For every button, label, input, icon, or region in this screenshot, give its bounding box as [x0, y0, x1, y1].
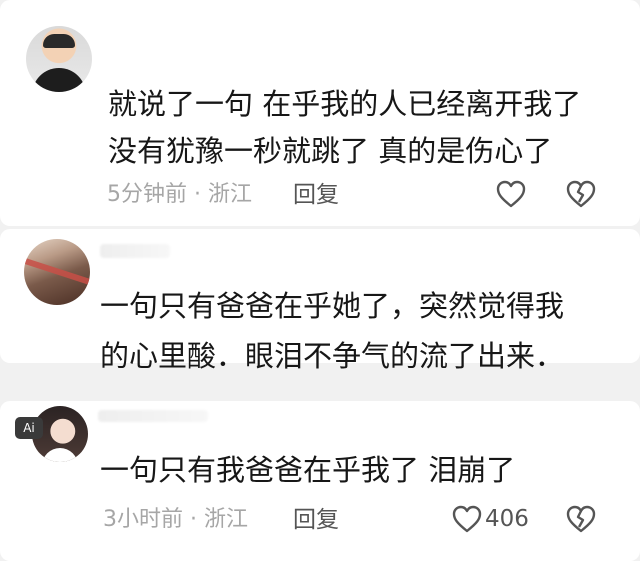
avatar-shirt: [32, 68, 86, 92]
avatar-stripe: [24, 255, 90, 289]
blurred-username: [98, 410, 208, 422]
comment-text-line: 就说了一句 在乎我的人已经离开我了: [108, 87, 582, 121]
comment-text-line: 一句只有爸爸在乎她了，突然觉得我: [100, 289, 565, 323]
ai-badge: Ai: [15, 417, 43, 439]
like-count: 406: [485, 506, 529, 532]
broken-heart-icon[interactable]: [566, 505, 596, 533]
avatar-shirt: [42, 448, 78, 462]
reply-button[interactable]: 回复: [293, 181, 339, 209]
avatar[interactable]: [26, 26, 92, 92]
heart-outline-icon[interactable]: [452, 505, 482, 533]
comment-text-line: 没有犹豫一秒就跳了 真的是伤心了: [108, 134, 553, 168]
avatar-hair: [43, 34, 75, 48]
avatar[interactable]: [24, 239, 90, 305]
broken-heart-icon[interactable]: [566, 180, 596, 208]
comment-meta: 3小时前 · 浙江: [103, 507, 248, 532]
blurred-username: [100, 244, 170, 258]
comment-meta: 5分钟前 · 浙江: [107, 182, 252, 207]
comment-text-line: 一句只有我爸爸在乎我了 泪崩了: [100, 453, 516, 487]
reply-button[interactable]: 回复: [293, 506, 339, 534]
heart-outline-icon[interactable]: [496, 180, 526, 208]
comment-text-line: 的心里酸．眼泪不争气的流了出来．: [100, 339, 565, 373]
